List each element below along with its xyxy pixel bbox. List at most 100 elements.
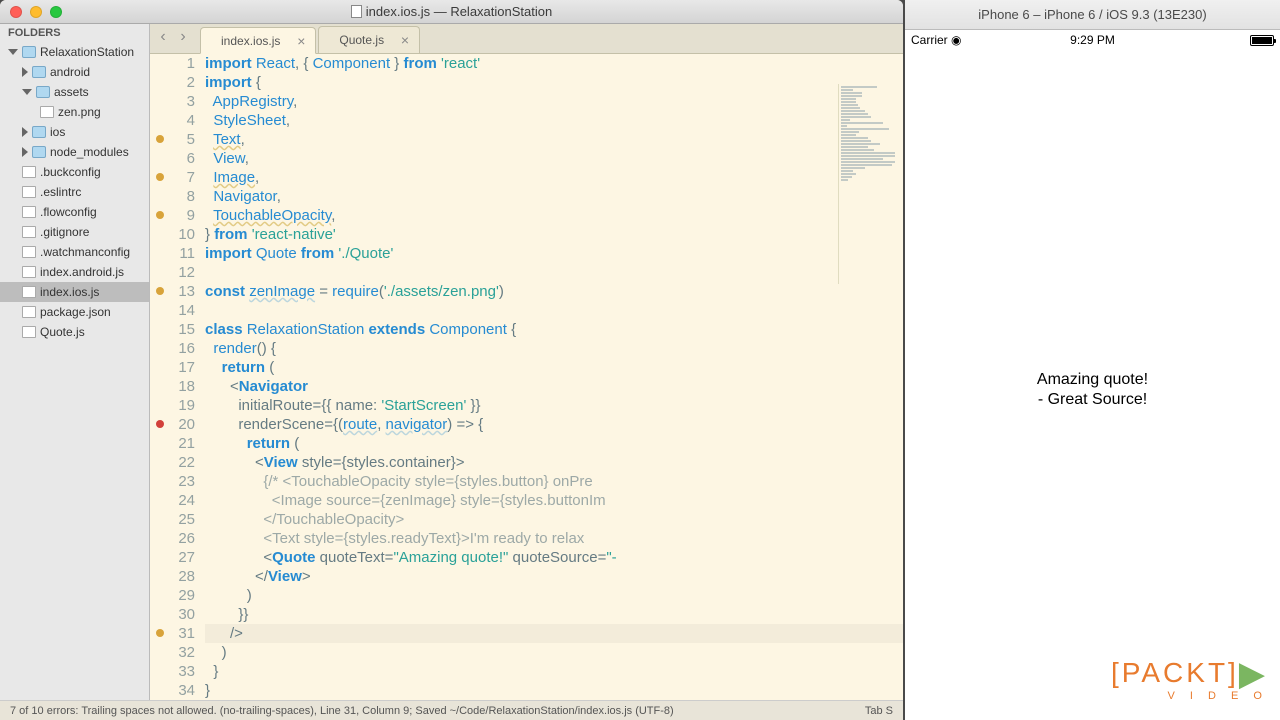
code-line[interactable]: ) [205, 643, 903, 662]
simulator-screen[interactable]: Carrier ◉ 9:29 PM Amazing quote! - Great… [905, 30, 1280, 720]
line-number[interactable]: 31 [150, 624, 195, 643]
code-line[interactable]: {/* <TouchableOpacity style={styles.butt… [205, 472, 903, 491]
code-line[interactable]: }} [205, 605, 903, 624]
line-number[interactable]: 33 [150, 662, 195, 681]
file-item[interactable]: .eslintrc [0, 182, 149, 202]
code-line[interactable]: import { [205, 73, 903, 92]
line-number[interactable]: 22 [150, 453, 195, 472]
line-number[interactable]: 12 [150, 263, 195, 282]
line-number[interactable]: 14 [150, 301, 195, 320]
line-number[interactable]: 28 [150, 567, 195, 586]
line-number[interactable]: 19 [150, 396, 195, 415]
code-line[interactable]: } [205, 662, 903, 681]
code-line[interactable]: import Quote from './Quote' [205, 244, 903, 263]
line-number[interactable]: 16 [150, 339, 195, 358]
code-line[interactable]: </TouchableOpacity> [205, 510, 903, 529]
file-item[interactable]: zen.png [0, 102, 149, 122]
file-item[interactable]: index.ios.js [0, 282, 149, 302]
code-line[interactable]: renderScene={(route, navigator) => { [205, 415, 903, 434]
line-number[interactable]: 32 [150, 643, 195, 662]
code-line[interactable]: } from 'react-native' [205, 225, 903, 244]
disclosure-icon[interactable] [22, 147, 28, 157]
file-item[interactable]: Quote.js [0, 322, 149, 342]
file-item[interactable]: .flowconfig [0, 202, 149, 222]
line-number[interactable]: 9 [150, 206, 195, 225]
code-line[interactable]: const zenImage = require('./assets/zen.p… [205, 282, 903, 301]
line-number[interactable]: 11 [150, 244, 195, 263]
code-line[interactable] [205, 263, 903, 282]
code-line[interactable]: AppRegistry, [205, 92, 903, 111]
code-line[interactable]: StyleSheet, [205, 111, 903, 130]
code-line[interactable]: Text, [205, 130, 903, 149]
line-number[interactable]: 15 [150, 320, 195, 339]
line-number[interactable]: 5 [150, 130, 195, 149]
editor-tab[interactable]: index.ios.js× [200, 27, 316, 54]
line-number[interactable]: 24 [150, 491, 195, 510]
minimap[interactable] [838, 84, 903, 284]
editor-tab[interactable]: Quote.js× [318, 26, 420, 53]
titlebar[interactable]: index.ios.js — RelaxationStation [0, 0, 903, 24]
disclosure-icon[interactable] [22, 89, 32, 95]
code-line[interactable]: Navigator, [205, 187, 903, 206]
disclosure-icon[interactable] [8, 49, 18, 55]
line-number[interactable]: 26 [150, 529, 195, 548]
file-item[interactable]: .gitignore [0, 222, 149, 242]
line-number[interactable]: 7 [150, 168, 195, 187]
line-number[interactable]: 30 [150, 605, 195, 624]
line-number[interactable]: 4 [150, 111, 195, 130]
code-line[interactable]: <Quote quoteText="Amazing quote!" quoteS… [205, 548, 903, 567]
folder-item[interactable]: ios [0, 122, 149, 142]
code-line[interactable]: return ( [205, 358, 903, 377]
line-number[interactable]: 20 [150, 415, 195, 434]
line-number[interactable]: 3 [150, 92, 195, 111]
file-item[interactable]: .watchmanconfig [0, 242, 149, 262]
line-number[interactable]: 2 [150, 73, 195, 92]
line-number[interactable]: 27 [150, 548, 195, 567]
line-number[interactable]: 21 [150, 434, 195, 453]
line-number[interactable]: 13 [150, 282, 195, 301]
file-item[interactable]: index.android.js [0, 262, 149, 282]
code-line[interactable] [205, 301, 903, 320]
code-line[interactable]: return ( [205, 434, 903, 453]
code-line[interactable]: import React, { Component } from 'react' [205, 54, 903, 73]
line-number[interactable]: 10 [150, 225, 195, 244]
code-line[interactable]: Image, [205, 168, 903, 187]
disclosure-icon[interactable] [22, 67, 28, 77]
file-item[interactable]: package.json [0, 302, 149, 322]
folder-item[interactable]: assets [0, 82, 149, 102]
line-number[interactable]: 17 [150, 358, 195, 377]
code-line[interactable]: initialRoute={{ name: 'StartScreen' }} [205, 396, 903, 415]
line-number[interactable]: 18 [150, 377, 195, 396]
line-number[interactable]: 8 [150, 187, 195, 206]
line-number[interactable]: 6 [150, 149, 195, 168]
code-line[interactable]: <Text style={styles.readyText}>I'm ready… [205, 529, 903, 548]
code-line[interactable]: TouchableOpacity, [205, 206, 903, 225]
code-line[interactable]: render() { [205, 339, 903, 358]
line-number[interactable]: 34 [150, 681, 195, 700]
line-number[interactable]: 23 [150, 472, 195, 491]
nav-back-icon[interactable]: ‹ [154, 27, 172, 47]
code-line[interactable]: <Image source={zenImage} style={styles.b… [205, 491, 903, 510]
nav-forward-icon[interactable]: › [174, 27, 192, 47]
code-line[interactable]: <Navigator [205, 377, 903, 396]
file-item[interactable]: .buckconfig [0, 162, 149, 182]
close-tab-icon[interactable]: × [297, 33, 305, 49]
folder-item[interactable]: android [0, 62, 149, 82]
code-line[interactable]: } [205, 681, 903, 700]
code-line[interactable]: ) [205, 586, 903, 605]
code-editor[interactable]: 1234567891011121314151617181920212223242… [150, 54, 903, 700]
code-line[interactable]: /> [205, 624, 903, 643]
line-number[interactable]: 29 [150, 586, 195, 605]
code-line[interactable]: </View> [205, 567, 903, 586]
folder-item[interactable]: node_modules [0, 142, 149, 162]
code-line[interactable]: class RelaxationStation extends Componen… [205, 320, 903, 339]
file-icon [22, 246, 36, 258]
disclosure-icon[interactable] [22, 127, 28, 137]
line-number[interactable]: 1 [150, 54, 195, 73]
tree-item-label: zen.png [58, 105, 101, 119]
folder-item[interactable]: RelaxationStation [0, 42, 149, 62]
code-line[interactable]: <View style={styles.container}> [205, 453, 903, 472]
line-number[interactable]: 25 [150, 510, 195, 529]
code-line[interactable]: View, [205, 149, 903, 168]
close-tab-icon[interactable]: × [401, 32, 409, 48]
